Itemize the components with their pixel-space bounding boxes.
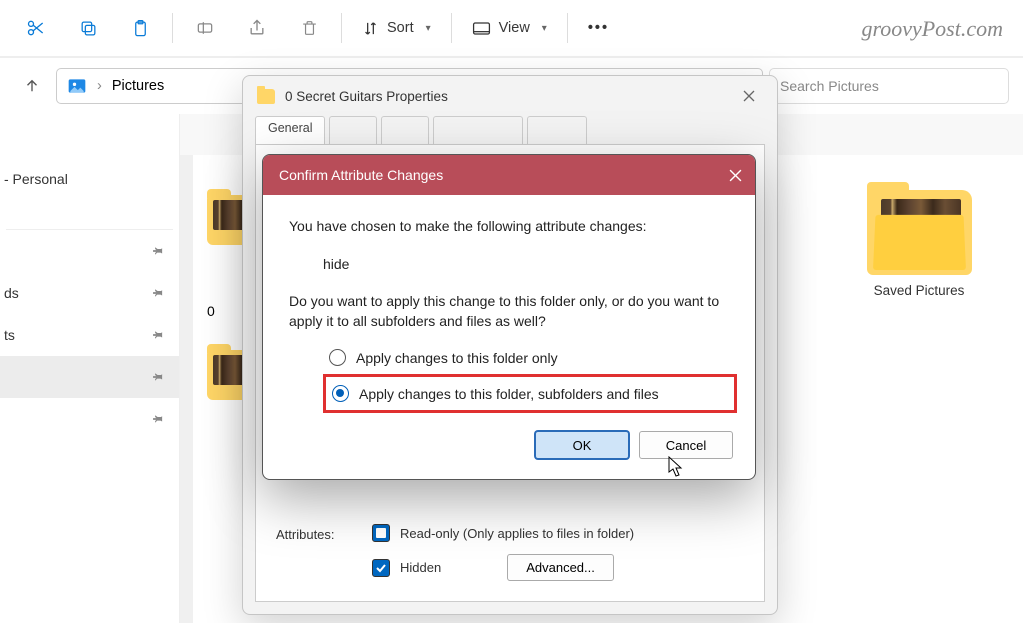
delete-button[interactable] — [283, 5, 335, 51]
pin-icon — [151, 286, 165, 300]
radio-label: Apply changes to this folder only — [356, 350, 558, 366]
properties-tabs: General — [243, 116, 777, 144]
view-label: View — [499, 20, 530, 36]
view-icon — [472, 21, 491, 36]
close-button[interactable] — [735, 82, 763, 110]
copy-button[interactable] — [62, 5, 114, 51]
ok-button[interactable]: OK — [535, 431, 629, 459]
sidebar-item-label: ds — [4, 285, 19, 301]
folder-label: 0 — [207, 303, 215, 319]
highlight-annotation: Apply changes to this folder, subfolders… — [323, 374, 737, 413]
close-icon — [729, 169, 742, 182]
pin-icon — [151, 328, 165, 342]
pin-icon — [151, 412, 165, 426]
pin-icon — [151, 244, 165, 258]
readonly-label: Read-only (Only applies to files in fold… — [400, 526, 634, 541]
properties-titlebar[interactable]: 0 Secret Guitars Properties — [243, 76, 777, 116]
more-button[interactable]: ••• — [574, 5, 623, 51]
sidebar-item[interactable] — [0, 356, 179, 398]
radio-folder-only[interactable]: Apply changes to this folder only — [329, 349, 729, 366]
confirm-title-text: Confirm Attribute Changes — [279, 167, 443, 183]
breadcrumb-separator: › — [97, 78, 102, 94]
confirm-line2: Do you want to apply this change to this… — [289, 292, 729, 331]
chevron-down-icon: ▾ — [542, 23, 547, 34]
scissors-icon — [26, 18, 46, 38]
separator — [341, 13, 342, 43]
watermark: groovyPost.com — [861, 16, 1003, 42]
navigation-pane: - Personal ds ts — [0, 114, 180, 623]
share-icon — [247, 18, 267, 38]
chevron-down-icon: ▾ — [426, 23, 431, 34]
pin-icon — [151, 370, 165, 384]
confirm-titlebar[interactable]: Confirm Attribute Changes — [263, 155, 755, 195]
radio-icon[interactable] — [329, 349, 346, 366]
nav-scrollbar[interactable] — [180, 155, 193, 623]
advanced-button[interactable]: Advanced... — [507, 554, 614, 581]
confirm-footer: OK Cancel — [263, 431, 755, 479]
close-button[interactable] — [715, 155, 755, 195]
sidebar-item-label: - Personal — [4, 171, 68, 187]
folder-tile-saved-pictures[interactable]: Saved Pictures — [859, 190, 979, 298]
confirm-dialog: Confirm Attribute Changes You have chose… — [262, 154, 756, 480]
tab-other[interactable] — [433, 116, 523, 144]
breadcrumb-current[interactable]: Pictures — [112, 78, 164, 94]
close-icon — [743, 90, 755, 102]
sidebar-item[interactable]: ts — [0, 314, 179, 356]
sort-icon — [362, 20, 379, 37]
separator — [172, 13, 173, 43]
cancel-button[interactable]: Cancel — [639, 431, 733, 459]
sort-button[interactable]: Sort ▾ — [348, 5, 445, 51]
radio-label: Apply changes to this folder, subfolders… — [359, 386, 659, 402]
cut-button[interactable] — [10, 5, 62, 51]
up-button[interactable] — [14, 68, 50, 104]
properties-title: 0 Secret Guitars Properties — [285, 89, 725, 104]
check-icon — [375, 562, 387, 574]
confirm-attr: hide — [289, 255, 729, 275]
folder-label: Saved Pictures — [859, 283, 979, 298]
search-placeholder: Search Pictures — [780, 78, 879, 94]
checkbox-indeterminate-icon[interactable] — [372, 524, 390, 542]
confirm-line1: You have chosen to make the following at… — [289, 217, 729, 237]
tab-other[interactable] — [527, 116, 587, 144]
view-button[interactable]: View ▾ — [458, 5, 561, 51]
rename-button[interactable] — [179, 5, 231, 51]
radio-group: Apply changes to this folder only Apply … — [289, 349, 729, 413]
sidebar-item[interactable]: ds — [0, 272, 179, 314]
separator — [567, 13, 568, 43]
explorer-toolbar: Sort ▾ View ▾ ••• groovyPost.com — [0, 0, 1023, 58]
pictures-icon — [67, 76, 87, 96]
attributes-label: Attributes: — [276, 524, 348, 542]
copy-icon — [79, 19, 98, 38]
paste-button[interactable] — [114, 5, 166, 51]
sidebar-item[interactable] — [0, 398, 179, 440]
confirm-body: You have chosen to make the following at… — [263, 195, 755, 431]
hidden-checkbox[interactable] — [372, 559, 390, 577]
search-input[interactable]: Search Pictures — [769, 68, 1009, 104]
share-button[interactable] — [231, 5, 283, 51]
sidebar-item-personal[interactable]: - Personal — [0, 158, 179, 200]
readonly-checkbox-row[interactable]: Read-only (Only applies to files in fold… — [372, 524, 634, 542]
up-arrow-icon — [23, 77, 41, 95]
folder-icon — [257, 89, 275, 104]
trash-icon — [300, 18, 319, 38]
radio-subfolders[interactable]: Apply changes to this folder, subfolders… — [332, 385, 659, 402]
tab-other[interactable] — [381, 116, 429, 144]
sidebar-item-label: ts — [4, 327, 15, 343]
tab-other[interactable] — [329, 116, 377, 144]
hidden-label: Hidden — [400, 560, 441, 575]
sidebar-item[interactable] — [0, 230, 179, 272]
radio-icon[interactable] — [332, 385, 349, 402]
clipboard-icon — [131, 18, 150, 39]
tab-general[interactable]: General — [255, 116, 325, 144]
separator — [451, 13, 452, 43]
sort-label: Sort — [387, 20, 414, 36]
rename-icon — [195, 18, 215, 38]
